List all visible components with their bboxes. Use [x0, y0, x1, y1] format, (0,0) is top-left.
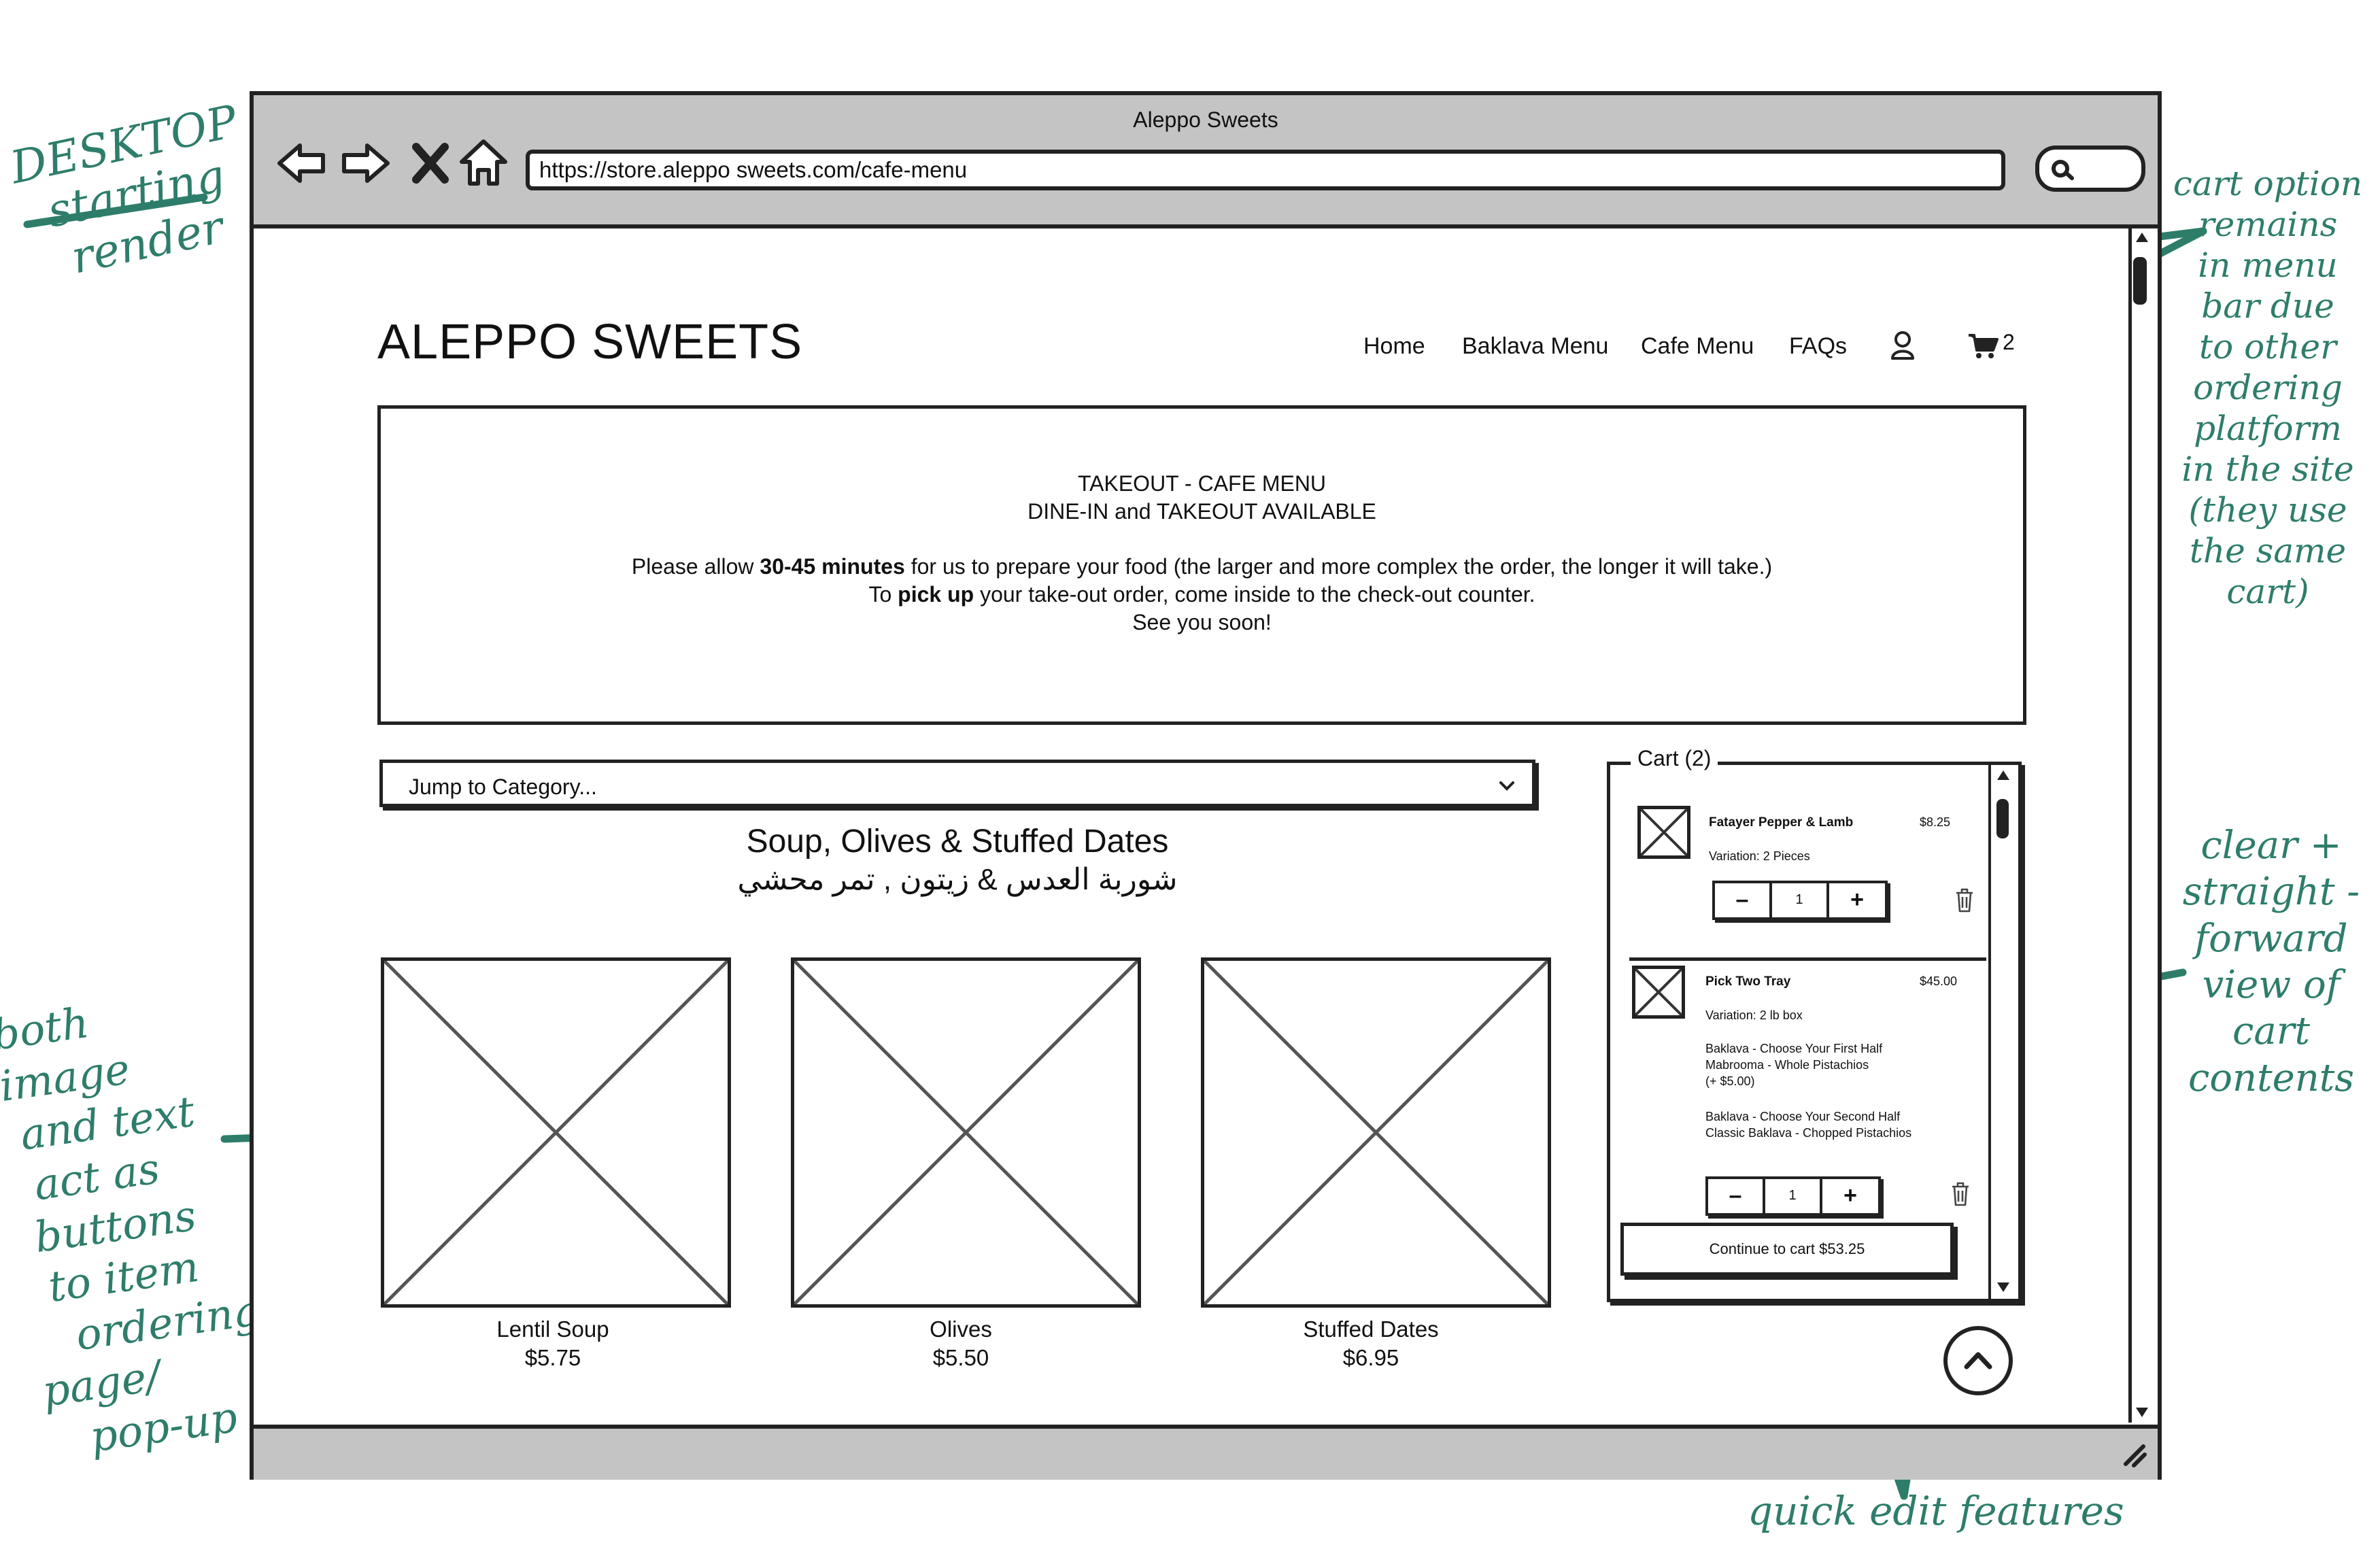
search-icon: [2052, 160, 2074, 180]
stop-x-icon[interactable]: [407, 136, 461, 190]
quantity-value[interactable]: 1: [1765, 1179, 1822, 1213]
scroll-up-arrow-icon: [2136, 233, 2148, 242]
banner-text: your take-out order, come inside to the …: [974, 582, 1535, 607]
quantity-value[interactable]: 1: [1772, 883, 1829, 917]
info-banner: TAKEOUT - CAFE MENU DINE-IN and TAKEOUT …: [377, 405, 2026, 725]
cart-item-thumbnail[interactable]: [1632, 966, 1685, 1019]
page-scroll-thumb[interactable]: [2133, 257, 2147, 305]
increase-quantity-button[interactable]: +: [1822, 1179, 1878, 1213]
product-name-lentil-soup[interactable]: Lentil Soup: [349, 1316, 757, 1342]
browser-search-field[interactable]: [2035, 146, 2145, 192]
category-title: Soup, Olives & Stuffed Dates: [746, 823, 1169, 860]
cart-item-thumbnail[interactable]: [1637, 806, 1690, 859]
nav-faqs[interactable]: FAQs: [1789, 333, 1847, 360]
option-line: Baklava - Choose Your Second Half: [1705, 1110, 1901, 1123]
address-bar-input[interactable]: https://store.aleppo sweets.com/cafe-men…: [526, 150, 2005, 190]
product-name-olives[interactable]: Olives: [757, 1316, 1165, 1342]
banner-prep-time: Please allow 30-45 minutes for us to pre…: [381, 553, 2023, 581]
increase-quantity-button[interactable]: +: [1829, 883, 1885, 917]
image-placeholder-icon: [1204, 961, 1548, 1304]
banner-pickup: To pick up your take-out order, come ins…: [381, 581, 2023, 609]
back-arrow-icon[interactable]: [274, 136, 328, 190]
image-placeholder-icon: [1641, 809, 1687, 855]
banner-subtitle: DINE-IN and TAKEOUT AVAILABLE: [1027, 499, 1376, 524]
product-price-olives[interactable]: $5.50: [757, 1345, 1165, 1371]
nav-cafe-menu[interactable]: Cafe Menu: [1641, 333, 1754, 360]
back-to-top-button[interactable]: [1943, 1326, 2013, 1395]
home-icon[interactable]: [456, 136, 511, 190]
header-cart-button[interactable]: 2: [1967, 330, 2035, 364]
cart-item-variation: Variation: 2 lb box: [1705, 1008, 1803, 1022]
cart-scrollbar[interactable]: [1988, 765, 2017, 1299]
cart-item-name: Fatayer Pepper & Lamb: [1709, 815, 1854, 830]
jump-to-category-select[interactable]: Jump to Category...: [379, 760, 1535, 807]
scroll-up-arrow-icon: [1997, 770, 2009, 780]
image-placeholder-icon: [1635, 969, 1682, 1015]
continue-to-cart-button[interactable]: Continue to cart $53.25: [1620, 1223, 1954, 1276]
site-logo[interactable]: ALEPPO SWEETS: [377, 314, 802, 370]
product-name-stuffed-dates[interactable]: Stuffed Dates: [1167, 1316, 1575, 1342]
resize-grip-icon[interactable]: [2120, 1441, 2147, 1468]
product-image-stuffed-dates[interactable]: [1201, 957, 1551, 1308]
trash-icon[interactable]: [1954, 887, 1975, 913]
cart-item-price: $8.25: [1920, 815, 1951, 829]
scroll-down-arrow-icon: [1997, 1282, 2009, 1292]
product-price-stuffed-dates[interactable]: $6.95: [1167, 1345, 1575, 1371]
product-image-olives[interactable]: [791, 957, 1141, 1308]
account-user-icon[interactable]: [1889, 330, 1916, 361]
cart-item-variation: Variation: 2 Pieces: [1709, 849, 1810, 863]
cart-scroll-thumb[interactable]: [1996, 799, 2009, 838]
browser-statusbar: [254, 1425, 2158, 1480]
cart-item-divider: [1629, 957, 1986, 961]
decrease-quantity-button[interactable]: –: [1708, 1179, 1765, 1213]
quantity-stepper[interactable]: – 1 +: [1705, 1176, 1881, 1216]
forward-arrow-icon[interactable]: [339, 136, 393, 190]
browser-titlebar: Aleppo Sweets https://store.aleppo sweet…: [254, 95, 2158, 228]
cart-title: Cart (2): [1631, 746, 1718, 771]
scroll-down-arrow-icon: [2136, 1408, 2148, 1417]
image-placeholder-icon: [794, 961, 1138, 1304]
banner-text: To: [868, 582, 898, 607]
quantity-stepper[interactable]: – 1 +: [1712, 881, 1888, 920]
cart-count-badge: 2: [2003, 330, 2015, 354]
chevron-down-icon: [1499, 781, 1514, 791]
jump-to-category-label: Jump to Category...: [409, 775, 597, 799]
cart-panel: Cart (2) Fatayer Pepper & Lamb $8.25 Var…: [1607, 746, 2022, 1302]
cart-item-option: Baklava - Choose Your First Half Mabroom…: [1705, 1040, 1882, 1089]
image-placeholder-icon: [384, 961, 728, 1304]
product-price-lentil-soup[interactable]: $5.75: [349, 1345, 757, 1371]
decrease-quantity-button[interactable]: –: [1715, 883, 1772, 917]
underline-stroke: [23, 193, 208, 228]
banner-text: for us to prepare your food (the larger …: [904, 554, 1773, 579]
browser-window: Aleppo Sweets https://store.aleppo sweet…: [250, 91, 2162, 1480]
chevron-up-icon: [1964, 1352, 1992, 1370]
page-scrollbar[interactable]: [2128, 228, 2155, 1423]
banner-text: Please allow: [631, 554, 760, 579]
option-line: Classic Baklava - Chopped Pistachios: [1705, 1126, 1912, 1140]
product-image-lentil-soup[interactable]: [381, 957, 731, 1308]
window-title: Aleppo Sweets: [1133, 107, 1278, 132]
cart-item-name: Pick Two Tray: [1705, 974, 1791, 989]
cart-item-option: Baklava - Choose Your Second Half Classi…: [1705, 1108, 1911, 1141]
banner-text-bold: pick up: [898, 582, 974, 607]
banner-closing: See you soon!: [1132, 610, 1272, 634]
trash-icon[interactable]: [1950, 1181, 1971, 1207]
option-line: Baklava - Choose Your First Half: [1705, 1042, 1883, 1055]
option-line: Mabrooma - Whole Pistachios: [1705, 1058, 1869, 1072]
nav-home[interactable]: Home: [1363, 333, 1425, 360]
banner-text-bold: 30-45 minutes: [760, 554, 905, 579]
category-title-arabic: شوربة العدس & زيتون , تمر محشي: [737, 863, 1178, 896]
banner-title: TAKEOUT - CAFE MENU: [1077, 471, 1327, 496]
cart-item-price: $45.00: [1920, 974, 1958, 988]
cart-icon: [1969, 334, 1999, 358]
nav-baklava-menu[interactable]: Baklava Menu: [1462, 333, 1608, 360]
option-line: (+ $5.00): [1705, 1074, 1755, 1088]
